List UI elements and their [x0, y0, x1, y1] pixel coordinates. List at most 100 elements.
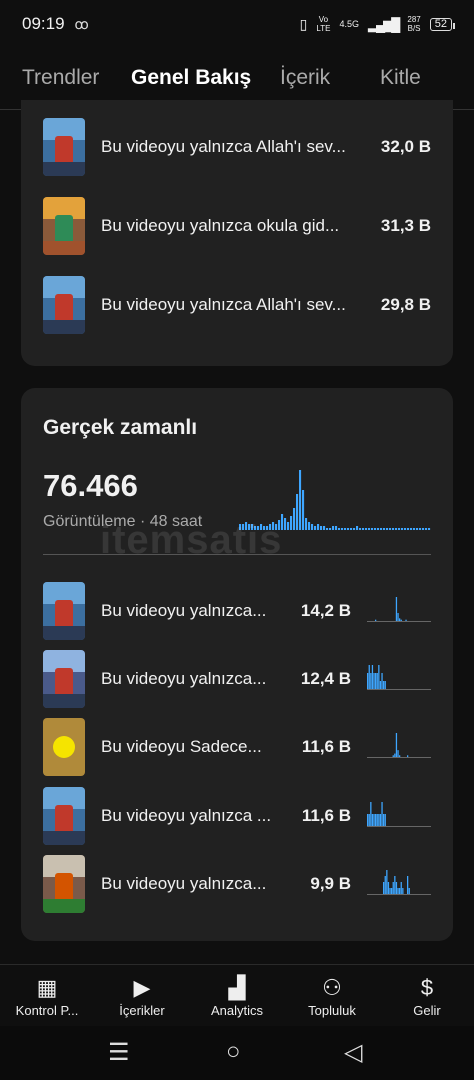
- back-icon[interactable]: ◁: [344, 1038, 362, 1067]
- realtime-card[interactable]: Gerçek zamanlı 76.466 Görüntüleme · 48 s…: [21, 388, 453, 941]
- sparkline-bar: [384, 681, 386, 689]
- realtime-bar: [422, 528, 425, 530]
- sparkline-bar: [383, 681, 385, 689]
- tab-trends[interactable]: Trendler: [22, 66, 99, 90]
- sparkline-bar: [378, 814, 380, 826]
- sparkline-bar: [367, 673, 369, 689]
- realtime-bar: [356, 526, 359, 530]
- realtime-bar: [329, 528, 332, 530]
- nav-content[interactable]: ▶ İçerikler: [97, 973, 187, 1018]
- sparkline-bar: [384, 876, 386, 894]
- sparkline-bar: [395, 597, 398, 621]
- sparkline-bar: [367, 814, 369, 826]
- sparkline-bar: [394, 876, 396, 894]
- realtime-bar: [287, 522, 290, 530]
- video-title: Bu videoyu Sadece...: [101, 737, 262, 756]
- sparkline-bar: [371, 665, 374, 689]
- realtime-bar: [392, 528, 395, 530]
- nav-analytics[interactable]: ▟ Analytics: [192, 973, 282, 1018]
- video-views: 11,6 B: [301, 737, 351, 756]
- realtime-title: Gerçek zamanlı: [43, 416, 198, 439]
- video-thumbnail: [43, 855, 85, 913]
- menu-icon[interactable]: ☰: [108, 1038, 130, 1067]
- sparkline-bar: [407, 755, 409, 757]
- realtime-bar: [404, 528, 407, 530]
- bottom-nav: ▦ Kontrol P... ▶ İçerikler ▟ Analytics ⚇…: [0, 964, 474, 1026]
- sparkline-bar: [397, 750, 399, 757]
- video-title: Bu videoyu yalnızca...: [101, 601, 267, 620]
- sparkline-bar: [408, 888, 410, 894]
- battery-icon: 52: [429, 17, 456, 31]
- sparkline-bar: [392, 755, 394, 757]
- sparkline-bar: [375, 814, 377, 826]
- realtime-bar: [353, 528, 356, 530]
- realtime-bar: [365, 528, 368, 530]
- realtime-bar: [425, 528, 428, 530]
- sparkline-bar: [376, 673, 378, 689]
- video-thumbnail: [43, 650, 85, 708]
- sparkline-bar: [397, 613, 399, 621]
- sparkline-bar: [379, 681, 382, 689]
- sparkline: [367, 802, 431, 827]
- video-thumbnail: [43, 582, 85, 640]
- sparkline-bar: [405, 619, 407, 621]
- sparkline-bar: [378, 665, 380, 689]
- realtime-bar: [389, 528, 392, 530]
- realtime-bar: [374, 528, 377, 530]
- video-thumbnail: [43, 118, 85, 176]
- realtime-bar: [398, 528, 401, 530]
- sparkline-bar: [376, 814, 378, 826]
- sparkline-bar: [370, 802, 372, 826]
- sparkline-bar: [400, 882, 402, 894]
- video-views: 14,2 B: [300, 601, 351, 620]
- volte-indicator: Vo LTE: [316, 15, 331, 33]
- sparkline-bar: [400, 619, 402, 621]
- sparkline-bar: [402, 888, 404, 894]
- dollar-icon: $: [420, 975, 434, 1000]
- realtime-bar: [311, 524, 314, 530]
- sparkline-bar: [391, 888, 393, 894]
- realtime-bar: [368, 528, 371, 530]
- realtime-bar: [407, 528, 410, 530]
- video-title: Bu videoyu yalnızca...: [101, 874, 267, 893]
- tab-content[interactable]: İçerik: [280, 66, 330, 90]
- sparkline-bar: [371, 814, 374, 826]
- dashboard-icon: ▦: [36, 975, 58, 1000]
- realtime-bar: [377, 528, 380, 530]
- realtime-bar: [416, 528, 419, 530]
- sparkline-bar: [383, 814, 385, 826]
- status-time: 09:19: [22, 14, 65, 33]
- sparkline-bar: [381, 802, 383, 826]
- realtime-bar: [314, 526, 317, 530]
- video-title: Bu videoyu yalnızca Allah'ı sev...: [101, 137, 346, 156]
- yellow-circle-icon: [53, 736, 75, 758]
- sparkline: [367, 665, 431, 690]
- nav-dashboard[interactable]: ▦ Kontrol P...: [2, 973, 92, 1018]
- tab-overview[interactable]: Genel Bakış: [131, 66, 251, 90]
- watermark: itemsatis: [100, 518, 283, 562]
- tab-audience[interactable]: Kitle: [380, 66, 421, 90]
- video-views: 12,4 B: [300, 669, 351, 688]
- content-icon: ▶: [133, 975, 151, 1000]
- video-title: Bu videoyu yalnızca...: [101, 669, 267, 688]
- video-title: Bu videoyu yalnızca Allah'ı sev...: [101, 295, 346, 314]
- video-views: 29,8 B: [380, 295, 431, 314]
- nav-community[interactable]: ⚇ Topluluk: [287, 973, 377, 1018]
- sparkline-bar: [373, 814, 375, 826]
- sparkline-bar: [386, 870, 388, 894]
- network-type: 4.5G: [339, 18, 359, 29]
- realtime-bar: [296, 494, 299, 530]
- realtime-bar: [383, 528, 386, 530]
- sparkline-bar: [370, 673, 372, 689]
- sparkline-bar: [373, 673, 375, 689]
- status-icons: ▯ Vo LTE 4.5G ▂▄▆█ 287 B/S 52: [300, 15, 456, 33]
- video-views: 9,9 B: [310, 874, 351, 893]
- home-icon[interactable]: ○: [226, 1038, 241, 1066]
- realtime-bar: [335, 526, 338, 530]
- sparkline-bar: [375, 673, 377, 689]
- sparkline-bar: [395, 733, 398, 757]
- sparkline-bar: [399, 888, 401, 894]
- sparkline-bar: [399, 755, 401, 757]
- nav-earn[interactable]: $ Gelir: [382, 973, 472, 1018]
- realtime-bar: [371, 528, 374, 530]
